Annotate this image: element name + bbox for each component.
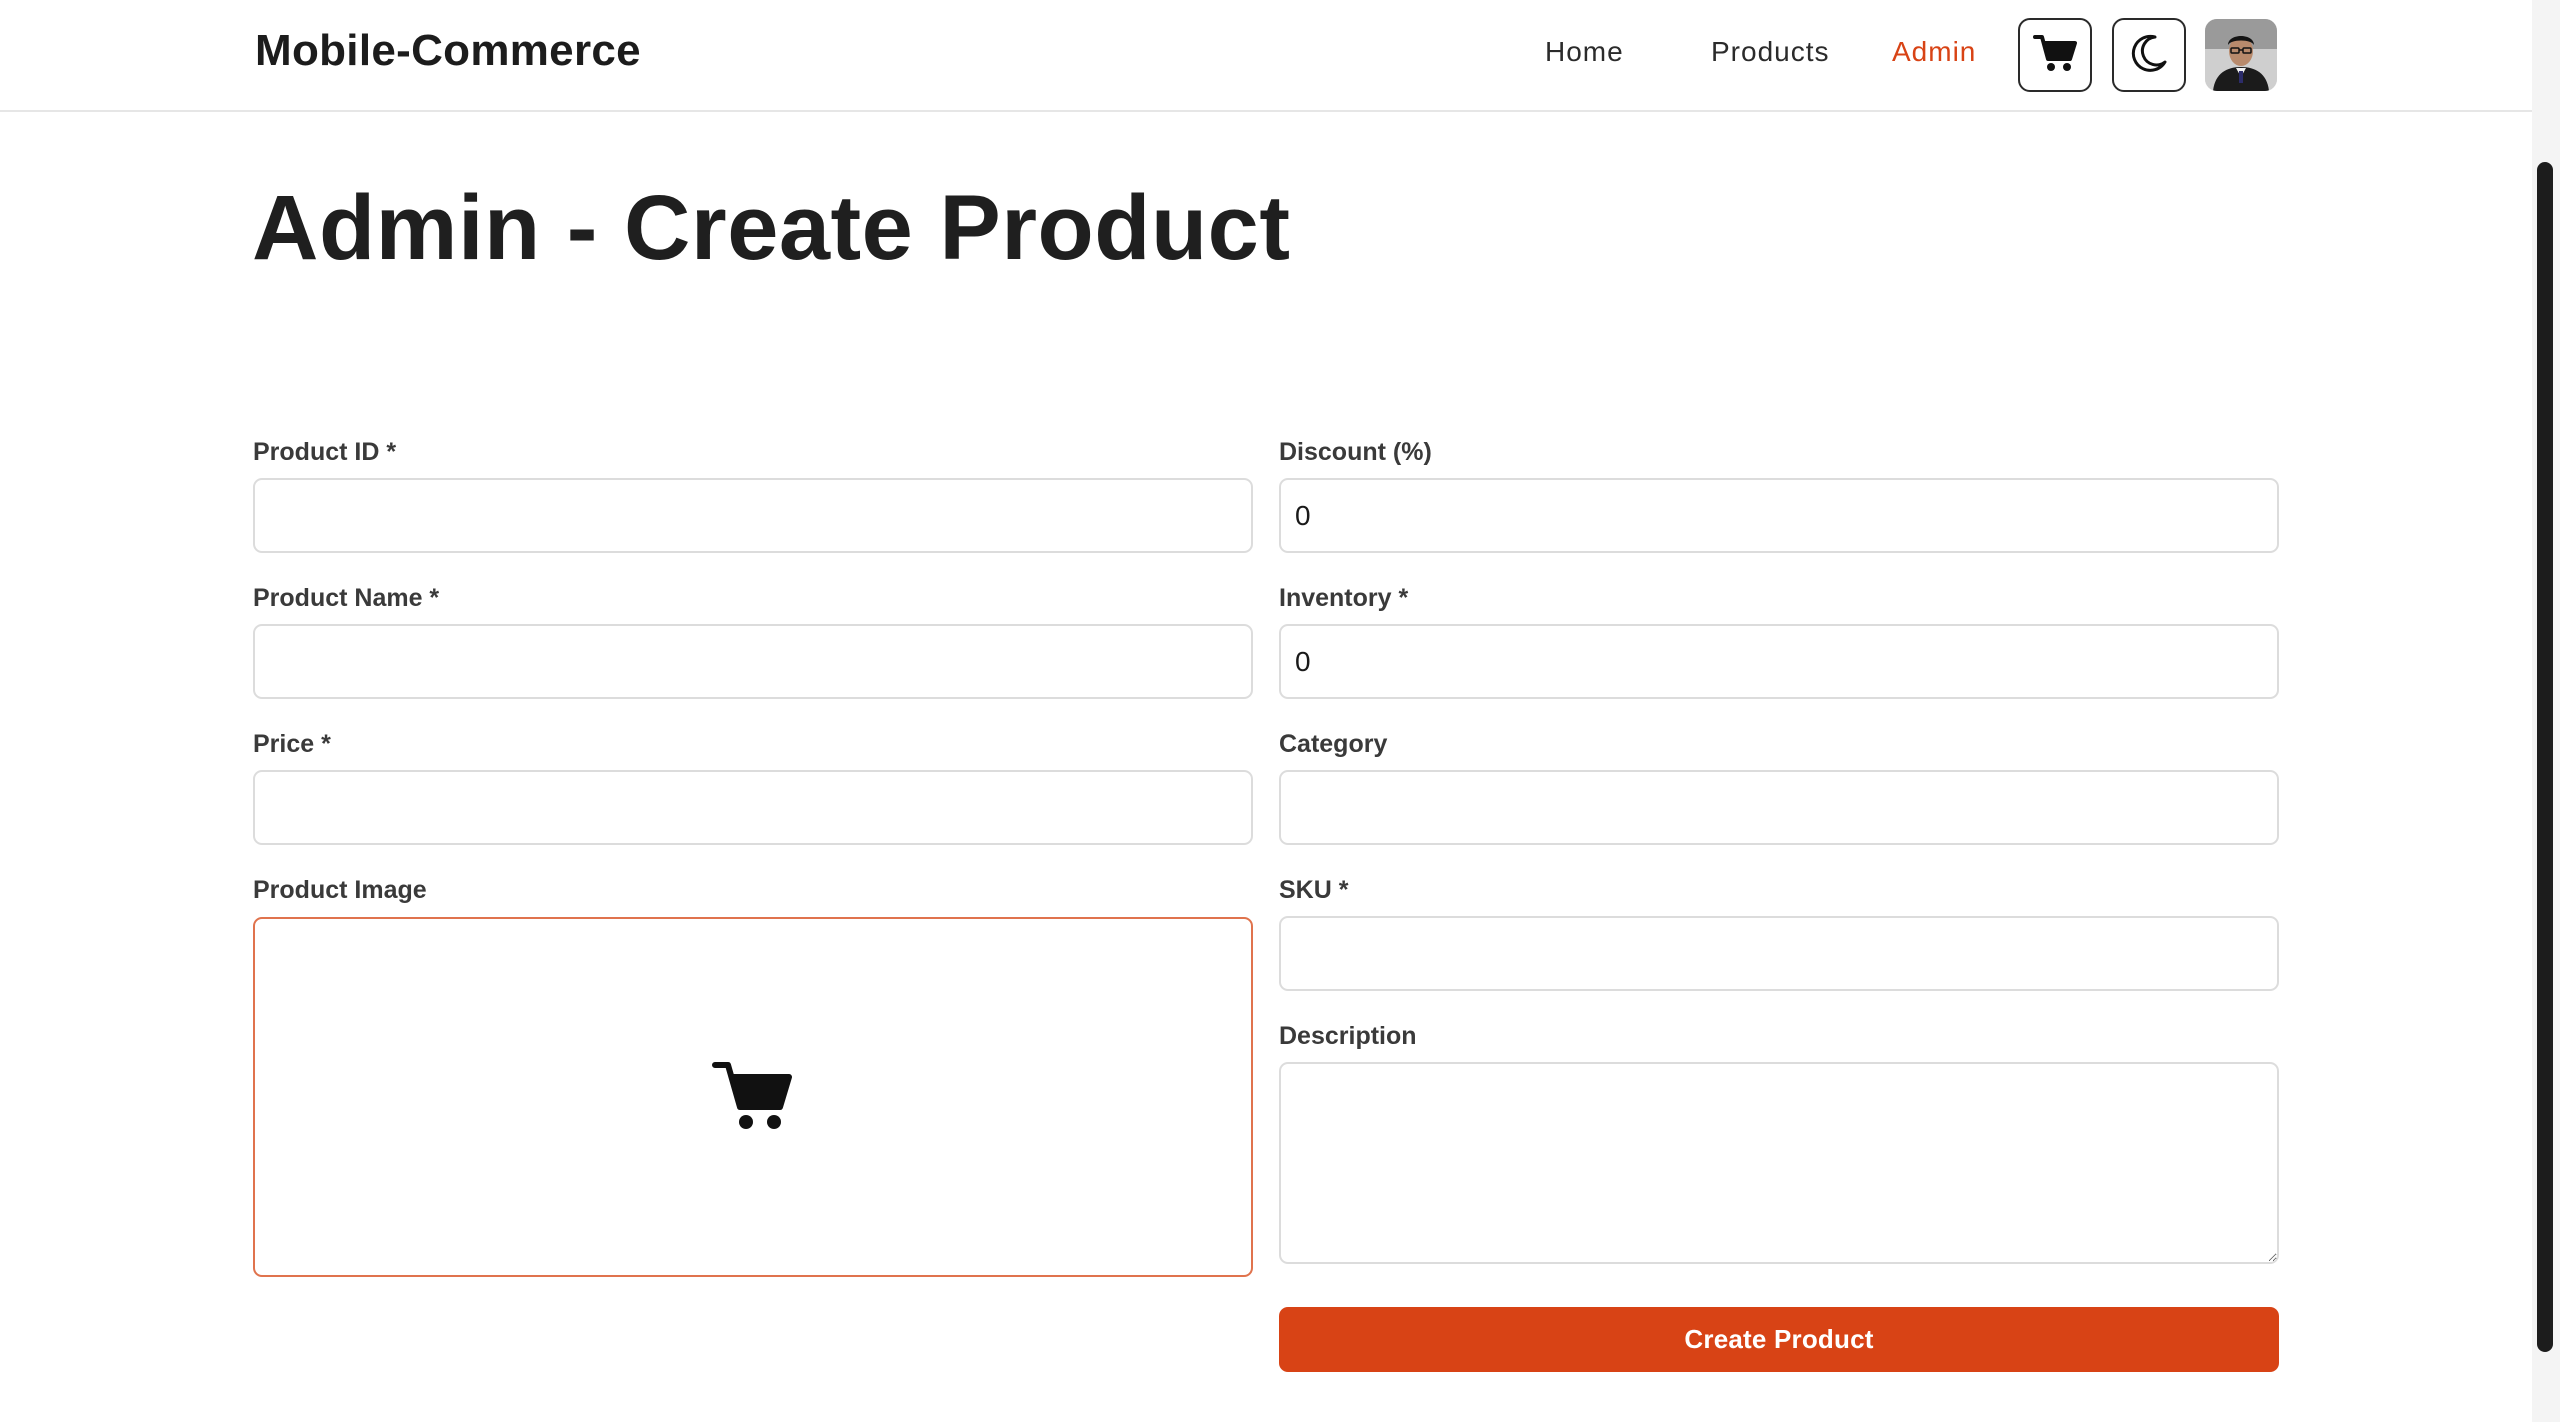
moon-icon <box>2128 32 2170 79</box>
product-image-upload[interactable] <box>253 917 1253 1277</box>
scrollbar-thumb[interactable] <box>2537 162 2553 1352</box>
cart-button[interactable] <box>2018 18 2092 92</box>
product-id-label: Product ID * <box>253 438 397 466</box>
inventory-label: Inventory * <box>1279 584 1409 612</box>
avatar[interactable] <box>2205 19 2277 91</box>
nav-home-link[interactable]: Home <box>1545 36 1624 68</box>
nav-products-link[interactable]: Products <box>1711 36 1830 68</box>
nav-admin-link[interactable]: Admin <box>1892 36 1976 68</box>
theme-toggle-button[interactable] <box>2112 18 2186 92</box>
navbar: Mobile-Commerce Home Products Admin <box>0 0 2532 112</box>
cart-icon <box>712 1059 794 1136</box>
brand-logo[interactable]: Mobile-Commerce <box>255 26 641 76</box>
price-input[interactable] <box>253 770 1253 845</box>
price-label: Price * <box>253 730 331 758</box>
product-id-input[interactable] <box>253 478 1253 553</box>
discount-label: Discount (%) <box>1279 438 1432 466</box>
category-label: Category <box>1279 730 1388 758</box>
create-product-button[interactable]: Create Product <box>1279 1307 2279 1372</box>
inventory-input[interactable] <box>1279 624 2279 699</box>
page: Mobile-Commerce Home Products Admin Admi… <box>0 0 2560 1422</box>
product-name-label: Product Name * <box>253 584 440 612</box>
page-title: Admin - Create Product <box>252 177 1291 279</box>
sku-label: SKU * <box>1279 876 1349 904</box>
product-name-input[interactable] <box>253 624 1253 699</box>
description-textarea[interactable] <box>1279 1062 2279 1264</box>
sku-input[interactable] <box>1279 916 2279 991</box>
category-input[interactable] <box>1279 770 2279 845</box>
product-image-label: Product Image <box>253 876 427 904</box>
description-label: Description <box>1279 1022 1417 1050</box>
cart-icon <box>2033 33 2077 78</box>
discount-input[interactable] <box>1279 478 2279 553</box>
